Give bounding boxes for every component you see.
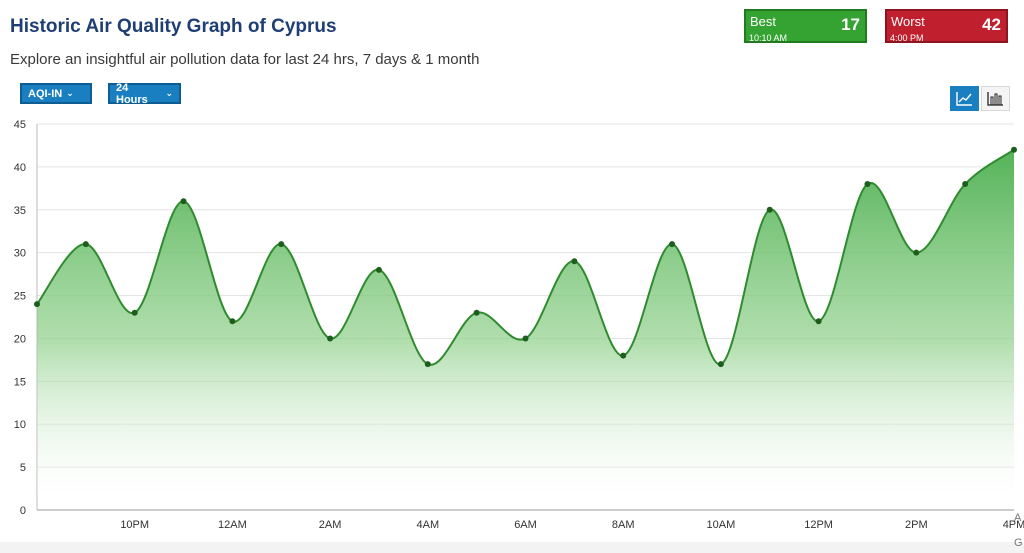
y-tick-label: 10 (14, 419, 26, 431)
worst-value: 42 (982, 15, 1001, 34)
metric-select[interactable]: AQI-IN ⌄ (20, 83, 92, 104)
data-point[interactable] (278, 241, 285, 248)
data-point[interactable] (864, 181, 871, 188)
line-chart-icon (956, 92, 972, 106)
data-point[interactable] (815, 318, 822, 325)
best-value: 17 (841, 15, 860, 34)
edge-text-bottom: G (1014, 537, 1023, 549)
x-tick-label: 10PM (120, 519, 149, 531)
y-tick-label: 0 (20, 505, 26, 517)
data-point[interactable] (913, 249, 920, 256)
worst-label: Worst (891, 14, 925, 29)
data-point[interactable] (717, 361, 724, 368)
y-tick-label: 5 (20, 462, 26, 474)
data-point[interactable] (327, 335, 334, 342)
bar-chart-toggle-button[interactable] (981, 86, 1010, 111)
data-point[interactable] (131, 309, 138, 316)
data-point[interactable] (962, 181, 969, 188)
y-tick-label: 35 (14, 205, 26, 217)
y-tick-label: 20 (14, 333, 26, 345)
footer-strip (0, 542, 1024, 553)
range-select-label: 24 Hours (116, 81, 148, 106)
worst-time: 4:00 PM (890, 33, 924, 43)
page-subtitle: Explore an insightful air pollution data… (10, 51, 480, 68)
x-tick-label: 4AM (416, 519, 439, 531)
y-tick-label: 25 (14, 291, 26, 303)
line-chart-toggle-button[interactable] (950, 86, 979, 111)
data-point[interactable] (229, 318, 236, 325)
edge-text-top: A (1014, 512, 1022, 524)
x-tick-label: 8AM (612, 519, 635, 531)
data-point[interactable] (766, 206, 773, 213)
y-tick-label: 40 (14, 162, 26, 174)
data-point[interactable] (34, 301, 40, 308)
x-tick-label: 2AM (319, 519, 342, 531)
worst-aqi-badge: Worst 4:00 PM 42 (885, 9, 1008, 43)
y-tick-label: 30 (14, 248, 26, 260)
y-tick-label: 45 (14, 119, 26, 131)
x-tick-label: 12PM (804, 519, 833, 531)
chevron-down-icon: ⌄ (66, 88, 74, 98)
page-title: Historic Air Quality Graph of Cyprus (10, 16, 337, 37)
data-point[interactable] (571, 258, 578, 265)
data-point[interactable] (375, 266, 382, 273)
metric-select-label: AQI-IN (28, 87, 63, 100)
data-point[interactable] (473, 309, 480, 316)
data-point[interactable] (522, 335, 529, 342)
x-tick-label: 2PM (905, 519, 928, 531)
x-tick-label: 6AM (514, 519, 537, 531)
best-aqi-badge: Best 10:10 AM 17 (744, 9, 867, 43)
data-point[interactable] (82, 241, 89, 248)
y-tick-label: 15 (14, 376, 26, 388)
best-time: 10:10 AM (749, 33, 788, 43)
data-point[interactable] (424, 361, 431, 368)
data-point[interactable] (620, 352, 627, 359)
best-label: Best (750, 14, 777, 29)
aqi-area-chart: 0 5 10 15 20 25 30 35 40 45 10PM 12AM 2AM 4AM 6AM 8AM 1… (14, 119, 1024, 531)
x-tick-label: 12AM (218, 519, 247, 531)
data-point[interactable] (1011, 146, 1017, 153)
data-point[interactable] (180, 198, 187, 205)
bar-chart-icon (987, 92, 1003, 106)
chevron-down-icon: ⌄ (165, 88, 173, 98)
data-point[interactable] (669, 241, 676, 248)
x-tick-label: 10AM (707, 519, 736, 531)
range-select[interactable]: 24 Hours ⌄ (108, 81, 181, 106)
